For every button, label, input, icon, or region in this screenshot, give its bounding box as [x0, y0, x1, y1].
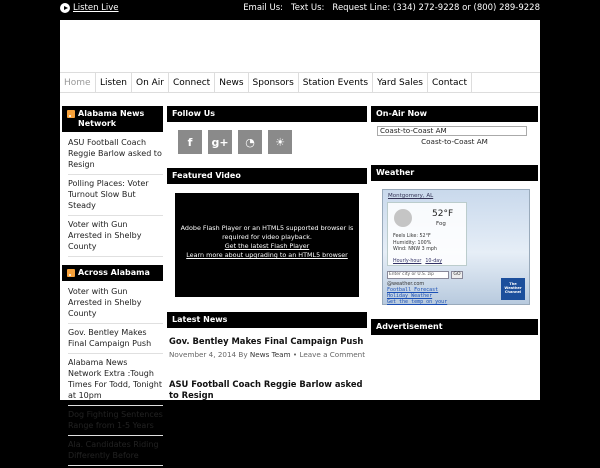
left-column: Alabama News Network ASU Football Coach … — [62, 106, 163, 468]
weather-go-button[interactable]: GO — [451, 271, 463, 279]
post-by: By — [238, 350, 248, 359]
video-message: Adobe Flash Player or an HTML5 supported… — [180, 224, 354, 241]
weather-temp: 52°F — [432, 209, 454, 219]
list-item[interactable]: Voter with Gun Arrested in Shelby County — [68, 216, 163, 257]
page-container: Home Listen On Air Connect News Sponsors… — [60, 20, 540, 466]
video-player[interactable]: Adobe Flash Player or an HTML5 supported… — [175, 193, 359, 297]
nav-sponsors[interactable]: Sponsors — [249, 73, 299, 92]
weather-condition: Fog — [436, 221, 446, 227]
weather-search-input[interactable]: Enter city or U.S. zip — [387, 271, 449, 279]
contact-line: Email Us: Text Us: Request Line: (334) 2… — [243, 3, 540, 13]
facebook-icon[interactable]: f — [178, 130, 202, 154]
nav-on-air[interactable]: On Air — [132, 73, 169, 92]
weather-promo-links: Football Forecast Holiday Weather Get th… — [387, 287, 447, 305]
header-banner — [60, 20, 540, 72]
twitter-icon[interactable]: ☀ — [268, 130, 292, 154]
weather-details: Feels Like: 52°F Humidity: 100% Wind: NN… — [393, 234, 437, 254]
weather-channel-logo[interactable]: The Weather Channel — [501, 278, 525, 300]
fog-icon — [394, 209, 412, 227]
list-item[interactable]: Alabama News Network Extra :Tough Times … — [68, 354, 163, 406]
across-alabama-list: Voter with Gun Arrested in Shelby County… — [62, 281, 163, 468]
on-air-show[interactable]: Coast-to-Coast AM — [377, 137, 532, 146]
nav-connect[interactable]: Connect — [169, 73, 216, 92]
weather-search: Enter city or U.S. zip GO — [387, 271, 463, 279]
html5-info-link[interactable]: Learn more about upgrading to an HTML5 b… — [175, 251, 359, 260]
alabama-news-title: Alabama News Network — [62, 106, 163, 132]
email-us-label[interactable]: Email Us: — [243, 3, 283, 13]
main-nav: Home Listen On Air Connect News Sponsors… — [60, 72, 540, 93]
listen-live-label[interactable]: Listen Live — [73, 3, 119, 13]
on-air-box: Coast-to-Coast AM Coast-to-Coast AM — [371, 122, 538, 165]
wind: Wind: NNW 3 mph — [393, 247, 437, 252]
across-alabama-title: Across Alabama — [62, 265, 163, 281]
alabama-news-title-label[interactable]: Alabama News Network — [78, 109, 158, 129]
leave-comment-link[interactable]: Leave a Comment — [299, 350, 365, 359]
google-plus-icon[interactable]: g+ — [208, 130, 232, 154]
weather-box: Montgomery, AL 52°F Fog Feels Like: 52°F… — [371, 181, 538, 319]
follow-us-title: Follow Us — [167, 106, 367, 122]
right-column: On-Air Now Coast-to-Coast AM Coast-to-Co… — [371, 106, 538, 335]
nav-yard-sales[interactable]: Yard Sales — [373, 73, 428, 92]
post-date: November 4, 2014 — [169, 350, 237, 359]
weather-location[interactable]: Montgomery, AL — [388, 193, 433, 199]
nav-home[interactable]: Home — [60, 73, 96, 92]
get-temp-link[interactable]: Get the temp on your — [387, 299, 447, 305]
latest-news-title: Latest News — [167, 312, 367, 328]
get-flash-link[interactable]: Get the latest Flash Player — [175, 242, 359, 251]
separator: • — [292, 350, 298, 359]
list-item[interactable]: Dog Fighting Sentences Range from 1-5 Ye… — [68, 406, 163, 436]
list-item[interactable]: ASU Football Coach Reggie Barlow asked t… — [68, 134, 163, 175]
hourly-link[interactable]: Hourly-hour — [393, 259, 421, 264]
play-icon[interactable] — [60, 3, 70, 13]
list-item[interactable]: Polling Places: Voter Turnout Slow But S… — [68, 175, 163, 216]
alabama-news-list: ASU Football Coach Reggie Barlow asked t… — [62, 132, 163, 259]
request-line: Request Line: (334) 272-9228 or (800) 28… — [332, 3, 540, 13]
rss-feed-icon[interactable]: ◔ — [238, 130, 262, 154]
nav-listen[interactable]: Listen — [96, 73, 132, 92]
featured-video-area: Adobe Flash Player or an HTML5 supported… — [167, 184, 367, 312]
nav-news[interactable]: News — [215, 73, 249, 92]
weather-panel: 52°F Fog Feels Like: 52°F Humidity: 100%… — [387, 202, 467, 266]
text-us-label[interactable]: Text Us: — [291, 3, 324, 13]
across-alabama-title-label[interactable]: Across Alabama — [78, 268, 150, 278]
nav-contact[interactable]: Contact — [428, 73, 472, 92]
middle-column: Follow Us f g+ ◔ ☀ Featured Video Adobe … — [167, 106, 367, 401]
post-title[interactable]: ASU Football Coach Reggie Barlow asked t… — [167, 379, 367, 401]
weather-links: Hourly-hour 10-day — [393, 259, 442, 264]
top-bar: Listen Live Email Us: Text Us: Request L… — [0, 0, 600, 17]
rss-icon[interactable] — [67, 269, 75, 277]
list-item[interactable]: Gov. Bentley Makes Final Campaign Push — [68, 324, 163, 354]
social-buttons: f g+ ◔ ☀ — [167, 122, 367, 168]
on-air-now-title: On-Air Now — [371, 106, 538, 122]
list-item[interactable]: Ala. Candidates Riding Differently Befor… — [68, 436, 163, 466]
on-air-select[interactable]: Coast-to-Coast AM — [377, 126, 527, 136]
weather-widget[interactable]: Montgomery, AL 52°F Fog Feels Like: 52°F… — [382, 189, 530, 305]
featured-video-title: Featured Video — [167, 168, 367, 184]
post-meta: November 4, 2014 By News Team • Leave a … — [167, 350, 367, 359]
post-title[interactable]: Gov. Bentley Makes Final Campaign Push — [167, 336, 367, 347]
feels-like: Feels Like: 52°F — [393, 234, 431, 239]
list-item[interactable]: Voter with Gun Arrested in Shelby County — [68, 283, 163, 324]
listen-live-link[interactable]: Listen Live — [60, 3, 119, 13]
rss-icon[interactable] — [67, 110, 75, 118]
nav-station-events[interactable]: Station Events — [299, 73, 374, 92]
ten-day-link[interactable]: 10-day — [425, 259, 442, 264]
weather-title: Weather — [371, 165, 538, 181]
post-author-link[interactable]: News Team — [250, 350, 291, 359]
advertisement-title: Advertisement — [371, 319, 538, 335]
